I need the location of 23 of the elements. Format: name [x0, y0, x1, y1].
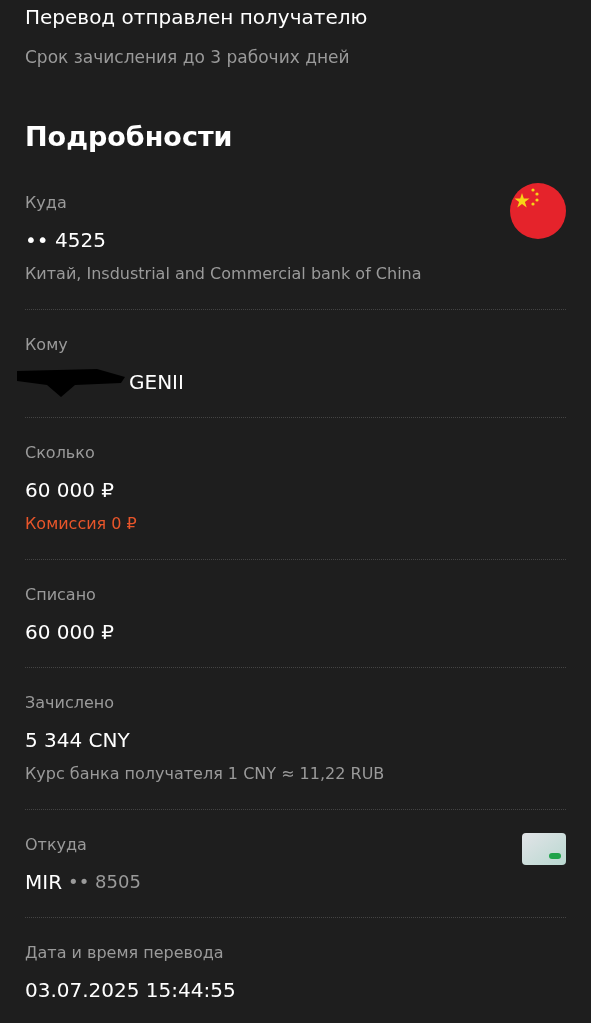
field-label: Куда [25, 192, 67, 214]
field-note: Курс банка получателя 1 CNY ≈ 11,22 RUB [25, 763, 385, 785]
card-icon [522, 833, 566, 865]
field-note: Китай, Insdustrial and Commercial bank of China [25, 263, 422, 285]
field-value: 03.07.2025 15:44:55 [25, 977, 236, 1003]
field-label: Списано [25, 584, 96, 606]
field-label: Зачислено [25, 692, 115, 714]
details-heading: Подробности [25, 120, 233, 154]
field-value: 60 000 ₽ [25, 619, 115, 645]
field-label: Сколько [25, 442, 95, 464]
commission-note: Комиссия 0 ₽ [25, 513, 137, 535]
field-label: Кому [25, 334, 68, 356]
field-value: GENII [129, 369, 184, 395]
china-flag-icon [510, 183, 566, 239]
field-label: Дата и время перевода [25, 942, 224, 964]
card-number: •• 8505 [68, 870, 141, 894]
field-value: 5 344 CNY [25, 727, 130, 753]
field-value: MIR [25, 869, 63, 895]
field-value: 60 000 ₽ [25, 477, 115, 503]
status-title: Перевод отправлен получателю [25, 4, 368, 31]
field-value: •• 4525 [25, 227, 106, 253]
status-subtitle: Срок зачисления до 3 рабочих дней [25, 46, 350, 69]
field-label: Откуда [25, 834, 87, 856]
